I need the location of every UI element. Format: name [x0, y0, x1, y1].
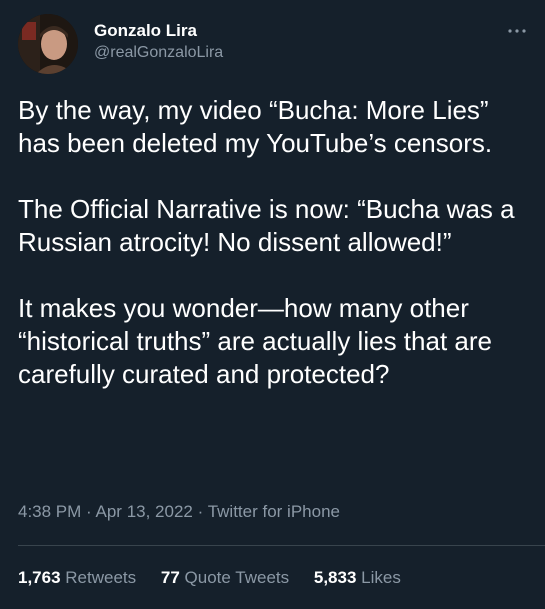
more-icon[interactable] — [506, 24, 528, 36]
divider — [18, 545, 545, 546]
tweet-card: Gonzalo Lira @realGonzaloLira By the way… — [0, 0, 545, 609]
tweet-source[interactable]: Twitter for iPhone — [208, 502, 340, 521]
likes-stat[interactable]: 5,833 Likes — [314, 567, 401, 589]
quote-tweets-label: Quote Tweets — [184, 568, 290, 587]
tweet-paragraph: The Official Narrative is now: “Bucha wa… — [18, 194, 515, 257]
tweet-meta: 4:38 PM · Apr 13, 2022 · Twitter for iPh… — [18, 501, 340, 523]
tweet-paragraph: It makes you wonder—how many other “hist… — [18, 293, 492, 389]
quote-tweets-stat[interactable]: 77 Quote Tweets — [161, 567, 289, 589]
likes-label: Likes — [361, 568, 401, 587]
tweet-paragraph: By the way, my video “Bucha: More Lies” … — [18, 95, 493, 158]
quote-tweets-count: 77 — [160, 568, 180, 587]
retweets-label: Retweets — [65, 568, 137, 587]
avatar[interactable] — [18, 14, 78, 74]
meta-separator: · — [86, 502, 92, 521]
tweet-header: Gonzalo Lira @realGonzaloLira — [18, 14, 528, 74]
likes-count: 5,833 — [313, 568, 357, 587]
tweet-date[interactable]: Apr 13, 2022 — [96, 502, 193, 521]
author-display-name[interactable]: Gonzalo Lira — [94, 20, 223, 42]
tweet-stats: 1,763 Retweets 77 Quote Tweets 5,833 Lik… — [18, 567, 421, 589]
author-handle[interactable]: @realGonzaloLira — [94, 42, 223, 64]
retweets-count: 1,763 — [18, 568, 61, 587]
retweets-stat[interactable]: 1,763 Retweets — [18, 567, 136, 589]
tweet-time[interactable]: 4:38 PM — [18, 502, 81, 521]
tweet-text: By the way, my video “Bucha: More Lies” … — [18, 94, 533, 391]
meta-separator: · — [197, 502, 204, 521]
author-names: Gonzalo Lira @realGonzaloLira — [94, 20, 223, 64]
